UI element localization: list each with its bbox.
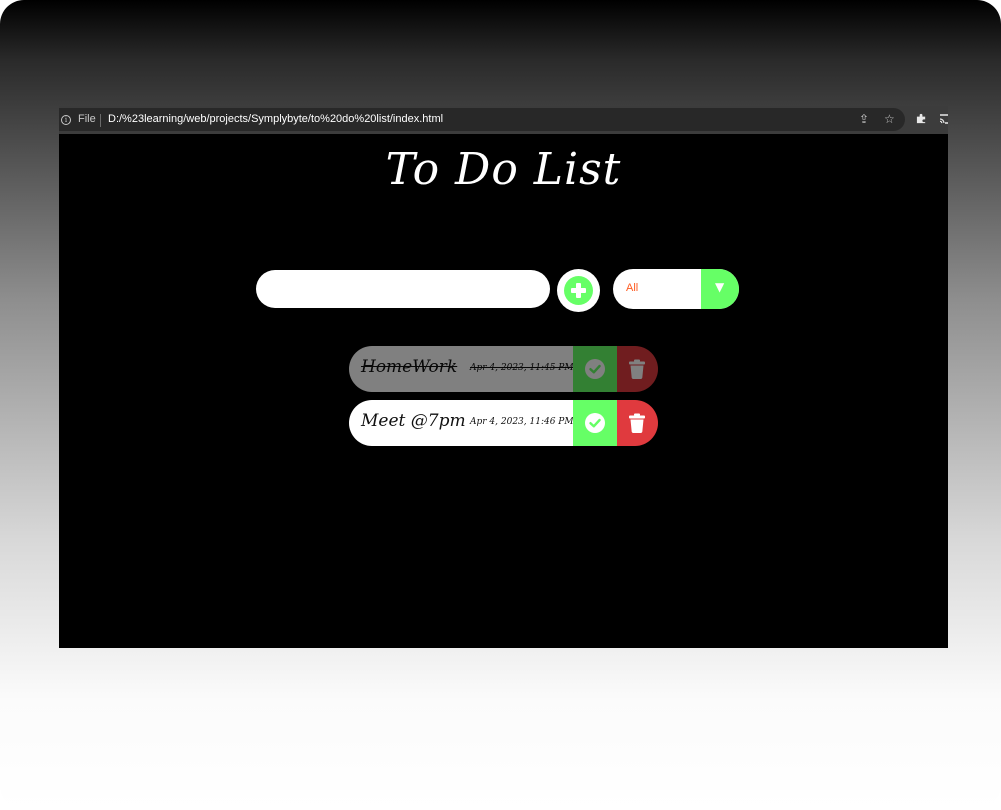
complete-button[interactable] [573,400,617,446]
browser-window: i File D:/%23learning/web/projects/Sympl… [59,106,948,648]
cast-icon[interactable] [940,113,948,124]
page-title: To Do List [385,144,622,195]
trash-icon [629,413,645,433]
url-text[interactable]: D:/%23learning/web/projects/Symplybyte/t… [108,113,443,125]
omnibox[interactable]: i File D:/%23learning/web/projects/Sympl… [59,108,905,131]
filter-select[interactable]: All ▼ [613,269,739,309]
info-icon[interactable]: i [61,115,71,125]
check-circle-icon [585,413,605,433]
todo-item-body: Meet @7pm Apr 4, 2023, 11:46 PM [349,400,574,446]
filter-selected-value: All [626,282,639,294]
add-todo-button[interactable] [557,269,600,312]
bookmark-star-icon[interactable]: ☆ [884,112,895,126]
screen-frame: i File D:/%23learning/web/projects/Sympl… [0,0,1001,810]
todo-item: HomeWork Apr 4, 2023, 11:45 PM [349,346,658,392]
delete-button[interactable] [617,346,658,392]
share-icon[interactable]: ⇪ [859,112,869,126]
file-label: File [78,113,96,125]
todo-item-date: Apr 4, 2023, 11:46 PM [470,417,574,427]
todo-item-text: HomeWork [361,357,458,377]
todo-item-body: HomeWork Apr 4, 2023, 11:45 PM [349,346,574,392]
caret-down-icon: ▼ [715,280,725,294]
trash-icon [629,359,645,379]
plus-circle-icon [564,276,593,305]
filter-dropdown-toggle[interactable]: ▼ [701,269,739,309]
todo-item-text: Meet @7pm [361,411,466,431]
address-bar: i File D:/%23learning/web/projects/Sympl… [59,106,948,134]
complete-button[interactable] [573,346,617,392]
todo-item-date: Apr 4, 2023, 11:45 PM [470,363,574,373]
todo-item: Meet @7pm Apr 4, 2023, 11:46 PM [349,400,658,446]
extensions-icon[interactable] [916,113,927,124]
omnibox-divider [100,114,101,127]
check-circle-icon [585,359,605,379]
todo-input[interactable] [256,270,550,308]
delete-button[interactable] [617,400,658,446]
todo-app-page: To Do List All ▼ HomeWork Apr 4, 2023, 1… [59,134,948,648]
